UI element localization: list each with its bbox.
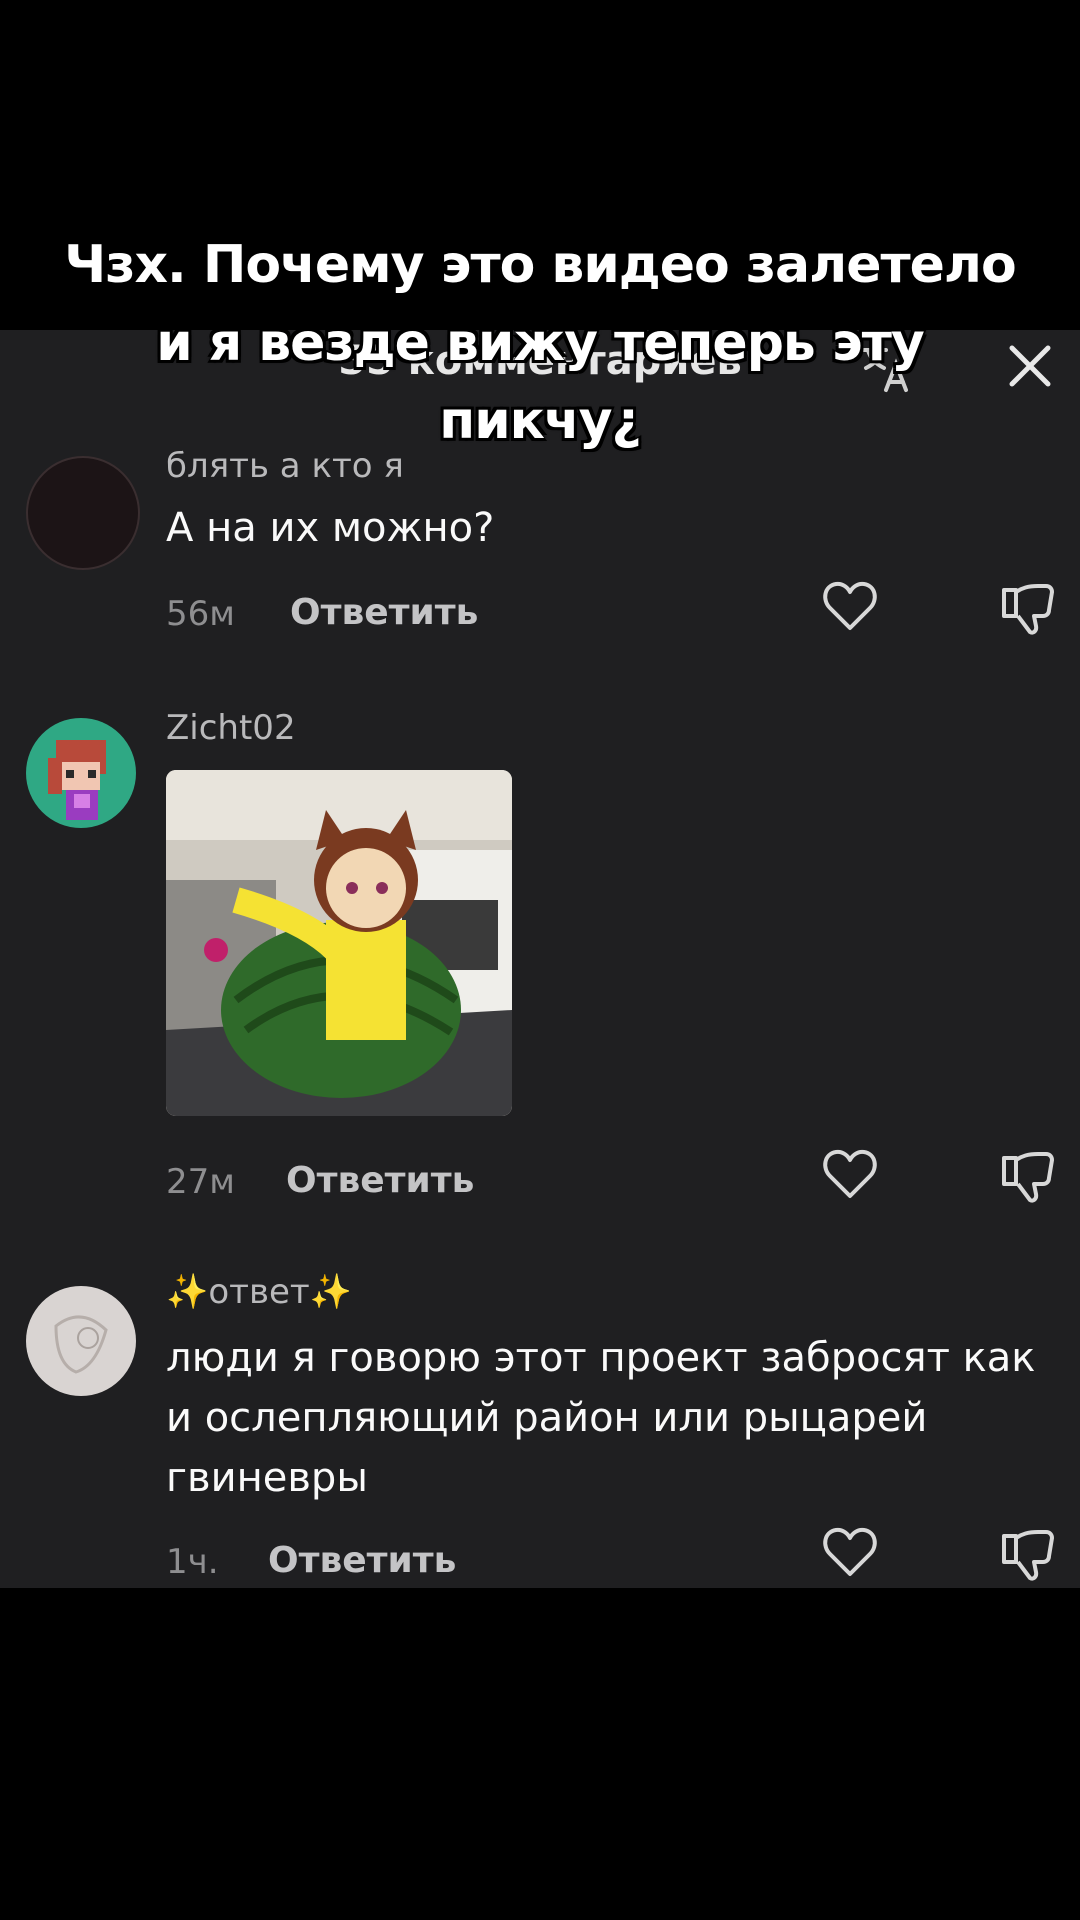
heart-icon[interactable] (822, 1526, 878, 1578)
heart-icon[interactable] (822, 1148, 878, 1200)
avatar[interactable] (26, 456, 140, 570)
comment-text: люди я говорю этот проект забросят как и… (166, 1335, 1036, 1501)
avatar[interactable] (26, 718, 136, 828)
comment-time: 27м (166, 1162, 235, 1202)
comment-time: 56м (166, 594, 235, 634)
dislike-icon[interactable] (1000, 1148, 1056, 1204)
dislike-icon[interactable] (1000, 580, 1056, 636)
video-caption: Чзх. Почему это видео залетело и я везде… (64, 235, 1016, 451)
comment-time: 1ч. (166, 1542, 219, 1582)
heart-icon[interactable] (822, 580, 878, 632)
comment-text: А на их можно? (166, 505, 495, 551)
comment-username[interactable]: Zicht02 (166, 708, 296, 748)
comment-username[interactable]: ✨ответ✨ (166, 1272, 352, 1312)
avatar[interactable] (26, 1286, 136, 1396)
comment-username[interactable]: блять а кто я (166, 446, 404, 486)
attached-image[interactable] (166, 770, 512, 1116)
reply-button[interactable]: Ответить (286, 1160, 474, 1201)
reply-button[interactable]: Ответить (268, 1540, 456, 1581)
dislike-icon[interactable] (1000, 1526, 1056, 1582)
reply-button[interactable]: Ответить (290, 592, 478, 633)
